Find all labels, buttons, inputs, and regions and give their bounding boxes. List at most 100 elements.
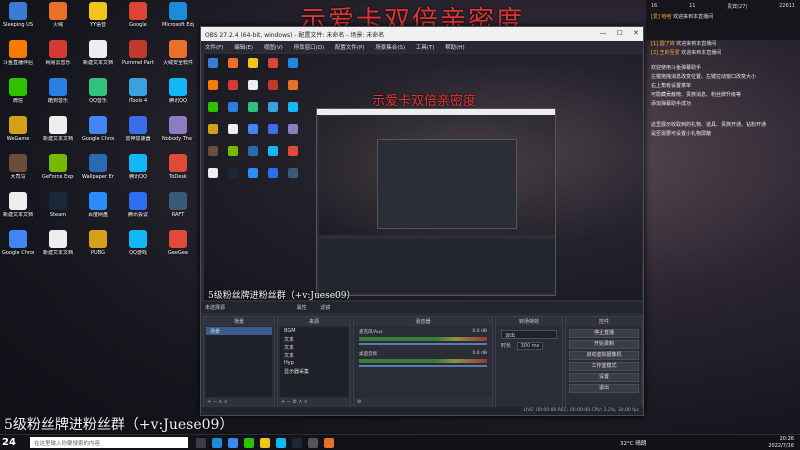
weather-widget[interactable]: 32°C 晴朗 xyxy=(620,439,646,447)
filters-button[interactable]: 滤镜 xyxy=(320,305,330,311)
desktop-icon[interactable]: 大司马 xyxy=(2,154,34,188)
chat-username[interactable]: [爱] 哈哈 xyxy=(651,14,672,20)
channel-name: 麦克风/Aux xyxy=(359,330,383,335)
desktop-icon-label: WeGame xyxy=(6,136,30,142)
obs-menu-bar: 文件(F) 编辑(E) 视图(V) 停靠窗口(D) 配置文件(P) 场景集合(S… xyxy=(201,41,643,52)
menu-profile[interactable]: 配置文件(P) xyxy=(335,45,365,51)
source-item[interactable]: 文本 xyxy=(280,335,348,343)
menu-file[interactable]: 文件(F) xyxy=(205,45,223,51)
transition-type-select[interactable]: 淡出 xyxy=(501,330,557,339)
volume-slider[interactable] xyxy=(359,365,487,367)
desktop-icon[interactable]: Nobody The Turna... xyxy=(162,116,194,150)
desktop-icon-label: 酷狗音乐 xyxy=(47,98,68,104)
douyu-icon[interactable] xyxy=(324,438,334,448)
clock[interactable]: 20:26 2022/7/16 xyxy=(768,436,794,450)
steam-icon[interactable] xyxy=(292,438,302,448)
desktop-icon[interactable]: WeGame xyxy=(2,116,34,150)
menu-tools[interactable]: 工具(T) xyxy=(416,45,435,51)
desktop-icon[interactable]: 火绒安全软件 xyxy=(162,40,194,74)
desktop-icon[interactable]: 火绒 xyxy=(42,2,74,36)
scene-item[interactable]: 场景 xyxy=(206,327,272,335)
desktop-icon[interactable]: Pummel Party xyxy=(122,40,154,74)
desktop-icon-label: GeForce Experience xyxy=(42,174,74,180)
folder-icon[interactable] xyxy=(260,438,270,448)
desktop-icon[interactable]: 腾讯会议 xyxy=(122,192,154,226)
desktop-icon[interactable]: 新建文本文档 xyxy=(2,192,34,226)
app-icon xyxy=(169,78,187,96)
preview-app-icon xyxy=(288,102,298,112)
desktop-icon[interactable]: Wallpaper Engine xyxy=(82,154,114,188)
preview-banner-top: 示爱卡双倍亲密度 xyxy=(372,94,477,109)
desktop-icon[interactable]: 酷狗音乐 xyxy=(42,78,74,112)
desktop-icon[interactable]: QQ游戏 xyxy=(122,230,154,264)
obs-title-bar[interactable]: OBS 27.2.4 (64-bit, windows) - 配置文件: 未命名… xyxy=(201,27,643,41)
chat-message-text: 欢迎来到本直播间 xyxy=(676,41,717,47)
menu-view[interactable]: 视图(V) xyxy=(264,45,283,51)
wechat-icon[interactable] xyxy=(244,438,254,448)
settings-button[interactable]: 设置 xyxy=(569,373,639,382)
menu-docks[interactable]: 停靠窗口(D) xyxy=(294,45,325,51)
source-item[interactable]: Hyp xyxy=(280,359,348,367)
maximize-button[interactable]: ☐ xyxy=(617,29,623,37)
menu-help[interactable]: 帮助(H) xyxy=(445,45,464,51)
desktop-icon[interactable]: 新建文本文档 xyxy=(42,230,74,264)
obs-preview-canvas[interactable]: 示爱卡双倍亲密度 5级粉丝牌进粉丝群（+v:Juese09） xyxy=(204,54,642,300)
desktop-icon[interactable]: RAFT xyxy=(162,192,194,226)
minimize-button[interactable]: — xyxy=(599,29,606,37)
desktop-icon-label: 百度网盘 xyxy=(87,212,108,218)
taskbar-search-input[interactable]: 在这里输入你要搜索的内容 xyxy=(30,437,188,448)
desktop-icon[interactable]: GeForce Experience xyxy=(42,154,74,188)
qq-icon[interactable] xyxy=(276,438,286,448)
desktop-icon[interactable]: Google Chrome xyxy=(82,116,114,150)
chat-username[interactable]: [2] 王的至爱 xyxy=(651,50,680,56)
desktop-icon[interactable]: Steam xyxy=(42,192,74,226)
desktop-icon[interactable]: ToDesk xyxy=(162,154,194,188)
obs-taskbar-icon[interactable] xyxy=(308,438,318,448)
start-button[interactable]: 24 xyxy=(2,437,16,448)
desktop-icon[interactable]: Sleeping US xyxy=(2,2,34,36)
source-item[interactable]: 文本 xyxy=(280,351,348,359)
desktop-icon[interactable]: 网易云音乐 xyxy=(42,40,74,74)
clock-date: 2022/7/16 xyxy=(768,443,794,449)
properties-button[interactable]: 属性 xyxy=(297,305,307,311)
desktop-icon[interactable]: iTools 4 xyxy=(122,78,154,112)
desktop-icon[interactable]: YY语音 xyxy=(82,2,114,36)
exit-button[interactable]: 退出 xyxy=(569,384,639,393)
source-item[interactable]: 显示器采集 xyxy=(280,367,348,375)
stop-streaming-button[interactable]: 停止直播 xyxy=(569,329,639,338)
chat-username[interactable]: [1] 圆了妳 xyxy=(651,41,675,47)
chat-header: 16 11 贵宾(27) 22611 [爱] 哈哈 欢迎来到本直播间 xyxy=(646,0,800,40)
menu-edit[interactable]: 编辑(E) xyxy=(234,45,253,51)
desktop-icon[interactable]: 微信 xyxy=(2,78,34,112)
obs-window[interactable]: OBS 27.2.4 (64-bit, windows) - 配置文件: 未命名… xyxy=(200,26,644,416)
edge-icon[interactable] xyxy=(212,438,222,448)
desktop-icon[interactable]: 雷神加速器 xyxy=(122,116,154,150)
mixer-dock-toolbar: ⚙ xyxy=(354,398,492,407)
desktop-icon[interactable]: GeeGee xyxy=(162,230,194,264)
desktop-icon[interactable]: 斗鱼直播伴侣 xyxy=(2,40,34,74)
source-item[interactable]: 文本 xyxy=(280,343,348,351)
desktop-icon[interactable]: 百度网盘 xyxy=(82,192,114,226)
virtual-camera-button[interactable]: 启动虚拟摄像机 xyxy=(569,351,639,360)
close-button[interactable]: ✕ xyxy=(633,29,639,37)
desktop-icon[interactable]: 新建文本文档 xyxy=(42,116,74,150)
desktop-icon[interactable]: QQ音乐 xyxy=(82,78,114,112)
vip-count[interactable]: 贵宾(27) xyxy=(727,3,747,10)
menu-scene-collection[interactable]: 场景集合(S) xyxy=(375,45,405,51)
duration-input[interactable]: 300 ms xyxy=(516,342,544,350)
desktop-icon-label: 微信 xyxy=(12,98,23,104)
task-view-icon[interactable] xyxy=(196,438,206,448)
desktop-icon[interactable]: 新建文本文档 xyxy=(82,40,114,74)
chrome-icon[interactable] xyxy=(228,438,238,448)
studio-mode-button[interactable]: 工作室模式 xyxy=(569,362,639,371)
desktop-icon[interactable]: 腾讯QQ xyxy=(162,78,194,112)
start-recording-button[interactable]: 开始录制 xyxy=(569,340,639,349)
controls-dock-title: 控件 xyxy=(566,317,642,326)
desktop-icon[interactable]: 腾讯QQ xyxy=(122,154,154,188)
desktop-icon[interactable]: Google xyxy=(122,2,154,36)
volume-slider[interactable] xyxy=(359,343,487,345)
desktop-icon[interactable]: PUBG xyxy=(82,230,114,264)
desktop-icon[interactable]: Google Chrome xyxy=(2,230,34,264)
source-item[interactable]: BGM xyxy=(280,327,348,335)
desktop-icon[interactable]: Microsoft Edge xyxy=(162,2,194,36)
